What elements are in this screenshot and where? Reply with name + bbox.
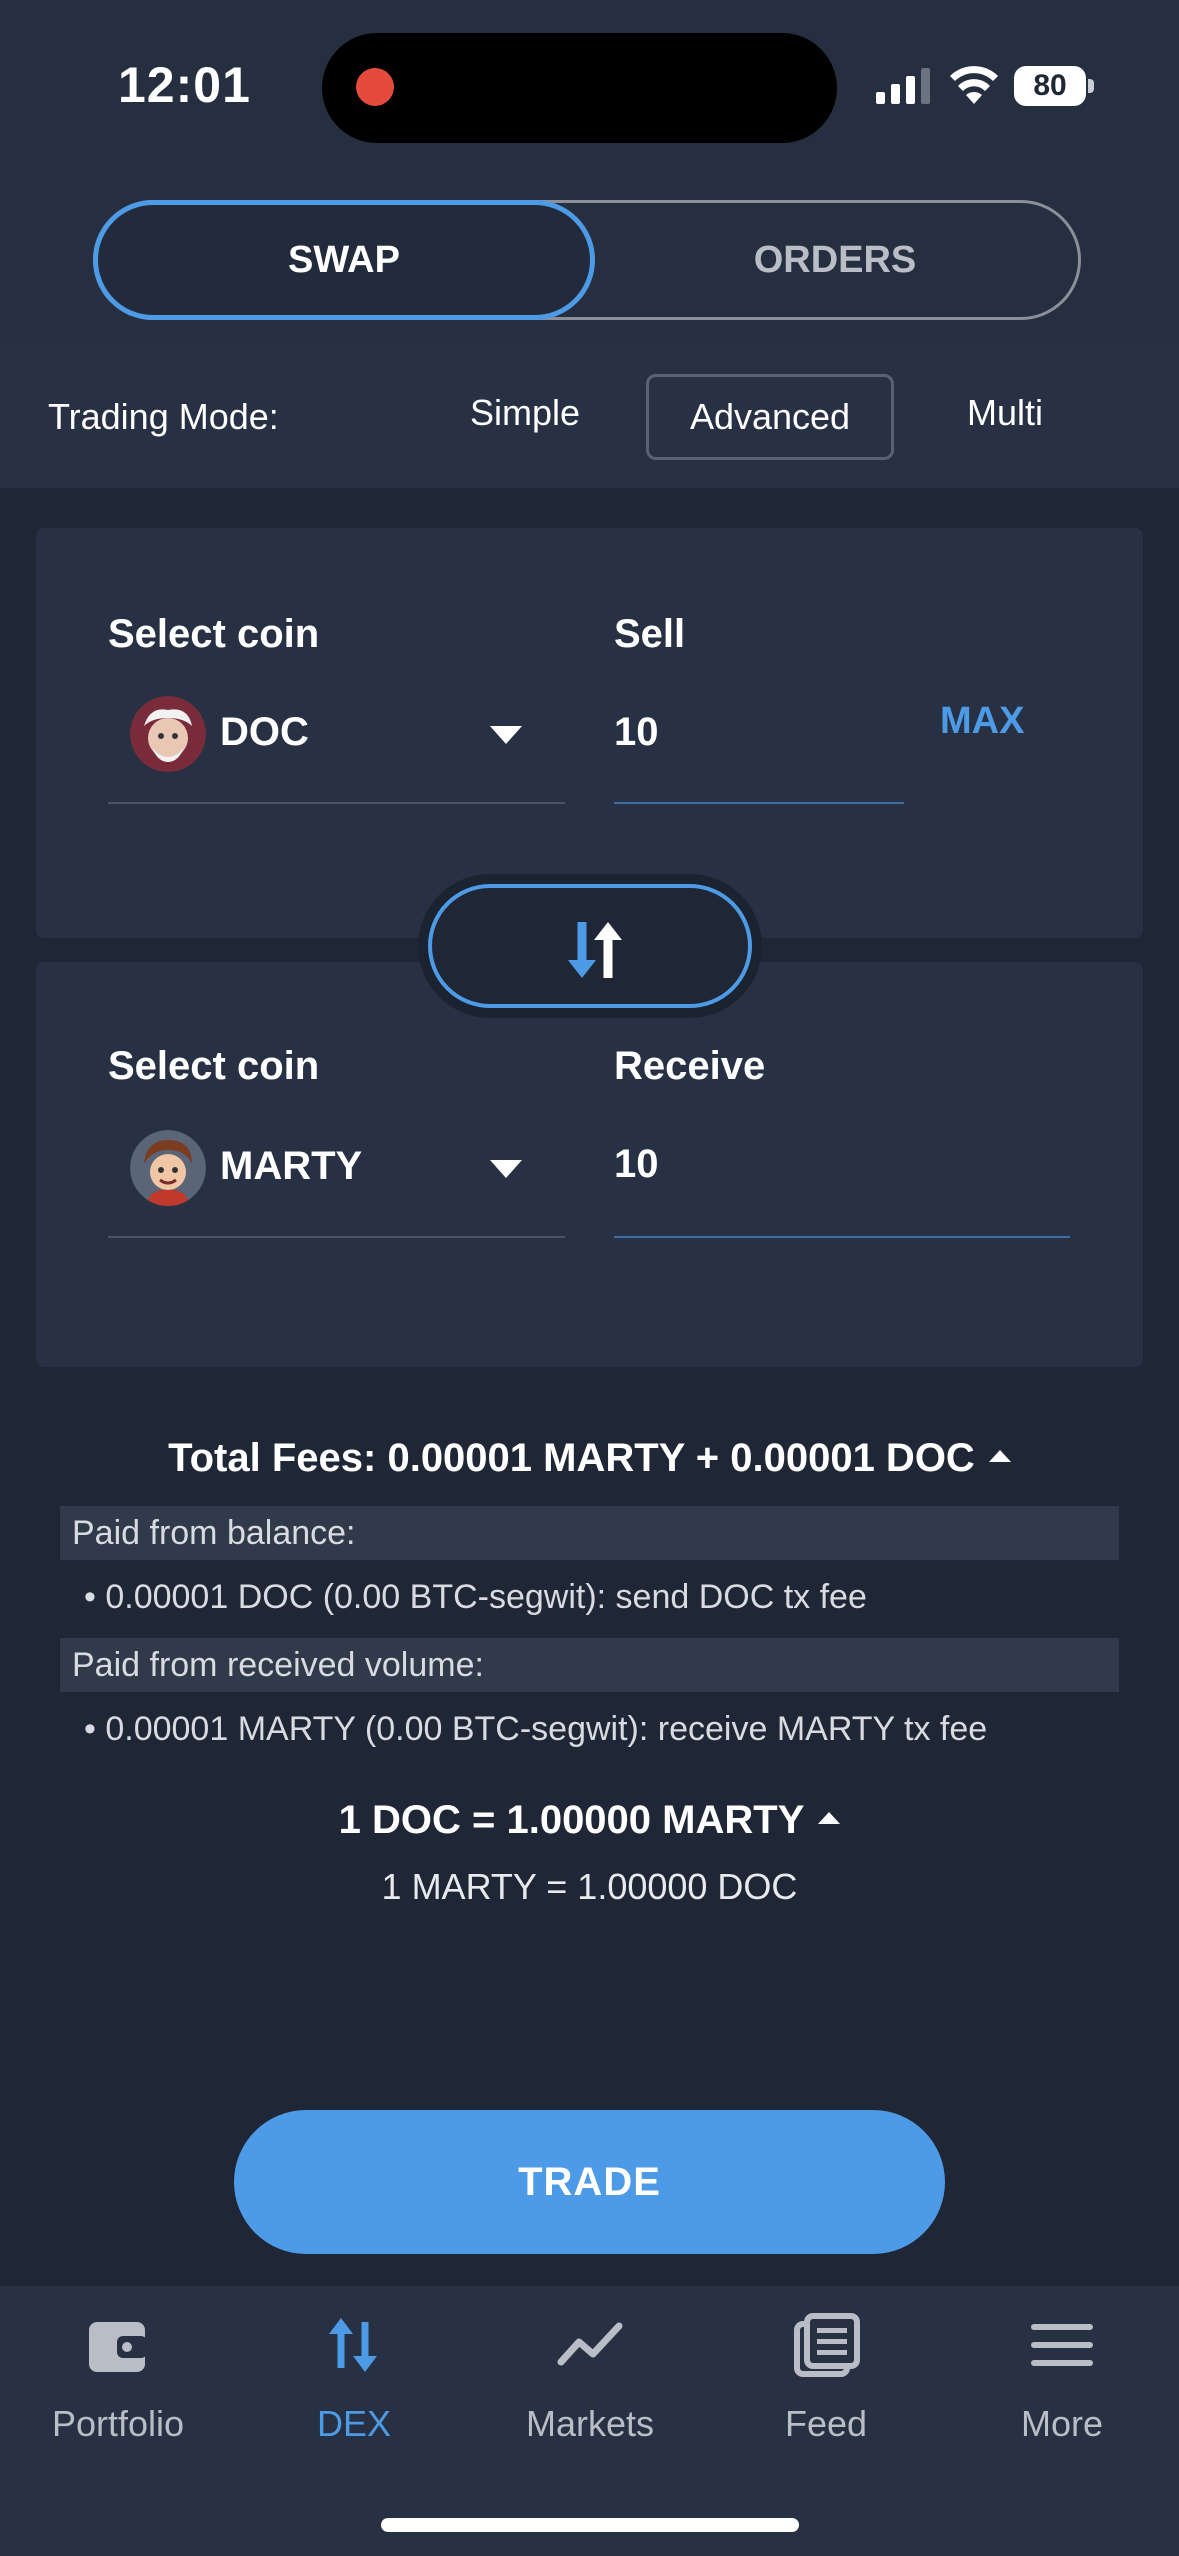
paid-from-balance-label: Paid from balance: [60,1506,1119,1560]
mode-multi[interactable]: Multi [967,392,1043,434]
sell-amount-label: Sell [614,612,686,656]
receive-amount-label: Receive [614,1044,766,1088]
exchange-rate-secondary: 1 MARTY = 1.00000 DOC [381,1866,798,1907]
nav-label-portfolio: Portfolio [51,2403,185,2444]
paid-from-received-label: Paid from received volume: [60,1638,1119,1692]
max-button[interactable]: MAX [940,700,1024,743]
home-indicator[interactable] [381,2518,799,2532]
trading-mode-label: Trading Mode: [48,396,279,437]
nav-portfolio[interactable]: Portfolio [0,2310,236,2445]
mode-advanced[interactable]: Advanced [646,374,894,460]
chevron-up-icon [818,1812,841,1825]
receive-select-coin-label: Select coin [108,1044,320,1088]
tab-orders[interactable]: ORDERS [600,200,1070,320]
receive-coin-select[interactable]: MARTY [108,1130,565,1238]
news-feed-icon [794,2313,860,2377]
nav-feed[interactable]: Feed [708,2310,944,2445]
wifi-icon [950,66,998,104]
wallet-icon [89,2322,147,2372]
total-fees-toggle[interactable]: Total Fees: 0.00001 MARTY + 0.00001 DOC [0,1436,1179,1481]
swap-direction-icon [568,922,622,978]
sell-coin-select[interactable]: DOC [108,696,565,804]
battery-icon: 80 [1014,66,1094,106]
chevron-down-icon [490,1160,522,1178]
receive-amount-input[interactable]: 10 [614,1142,659,1187]
nav-dex[interactable]: DEX [236,2310,472,2445]
total-fees-text: Total Fees: 0.00001 MARTY + 0.00001 DOC [168,1436,975,1480]
nav-label-markets: Markets [525,2403,655,2444]
trade-button[interactable]: TRADE [234,2110,945,2254]
recording-indicator-icon [356,68,394,106]
mode-simple[interactable]: Simple [470,392,580,434]
exchange-rate-toggle[interactable]: 1 DOC = 1.00000 MARTY [0,1798,1179,1843]
sell-amount-underline [614,802,904,804]
menu-icon [1031,2324,1093,2366]
sell-select-coin-label: Select coin [108,612,320,656]
balance-fee-item: • 0.00001 DOC (0.00 BTC-segwit): send DO… [84,1578,867,1616]
exchange-rate-primary: 1 DOC = 1.00000 MARTY [338,1798,805,1842]
receive-coin-name: MARTY [220,1144,363,1188]
nav-label-feed: Feed [784,2403,868,2444]
marty-coin-avatar [130,1130,206,1206]
trend-line-icon [557,2322,623,2366]
chevron-down-icon [490,726,522,744]
cellular-signal-icon [876,68,930,104]
tab-swap[interactable]: SWAP [93,200,595,320]
nav-label-dex: DEX [316,2403,392,2444]
swap-direction-button[interactable] [428,884,752,1008]
received-fee-item: • 0.00001 MARTY (0.00 BTC-segwit): recei… [84,1710,988,1748]
dynamic-island [322,33,837,143]
status-time: 12:01 [118,57,251,113]
nav-more[interactable]: More [944,2310,1179,2445]
swap-arrows-icon [329,2318,377,2372]
sell-coin-name: DOC [220,710,309,754]
receive-amount-underline [614,1236,1070,1238]
sell-amount-input[interactable]: 10 [614,710,659,755]
doc-coin-avatar [130,696,206,772]
nav-label-more: More [1020,2403,1104,2444]
chevron-up-icon [988,1450,1011,1463]
nav-markets[interactable]: Markets [472,2310,708,2445]
battery-level: 80 [1014,66,1086,106]
